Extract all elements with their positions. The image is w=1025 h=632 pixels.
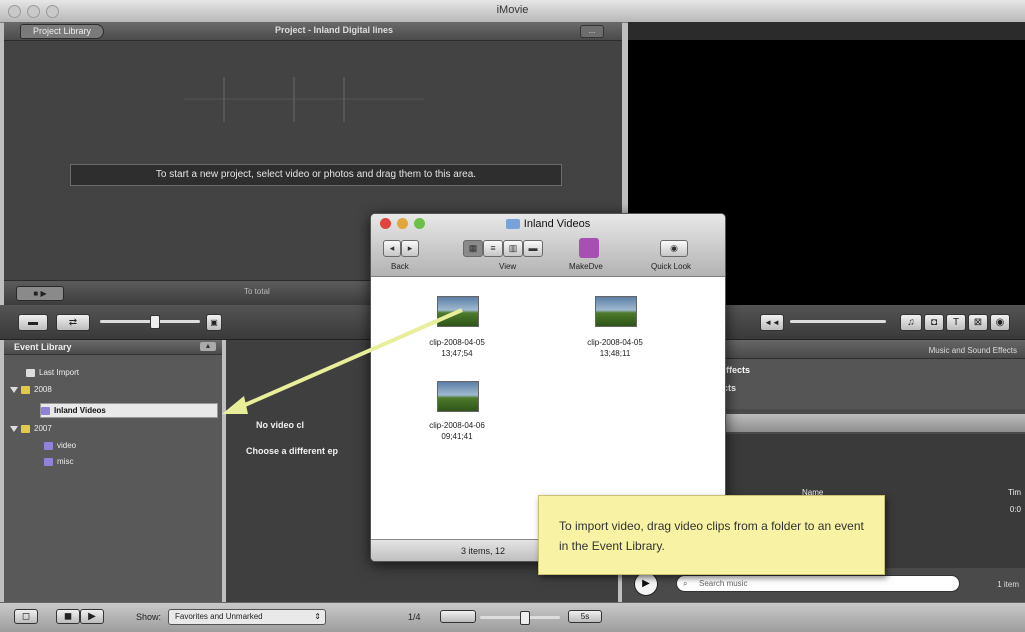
callout-text: To import video, drag video clips from a… (559, 519, 864, 553)
drag-arrow-line (237, 308, 463, 410)
drag-arrow-head (222, 396, 248, 414)
instruction-callout: To import video, drag video clips from a… (538, 495, 885, 575)
